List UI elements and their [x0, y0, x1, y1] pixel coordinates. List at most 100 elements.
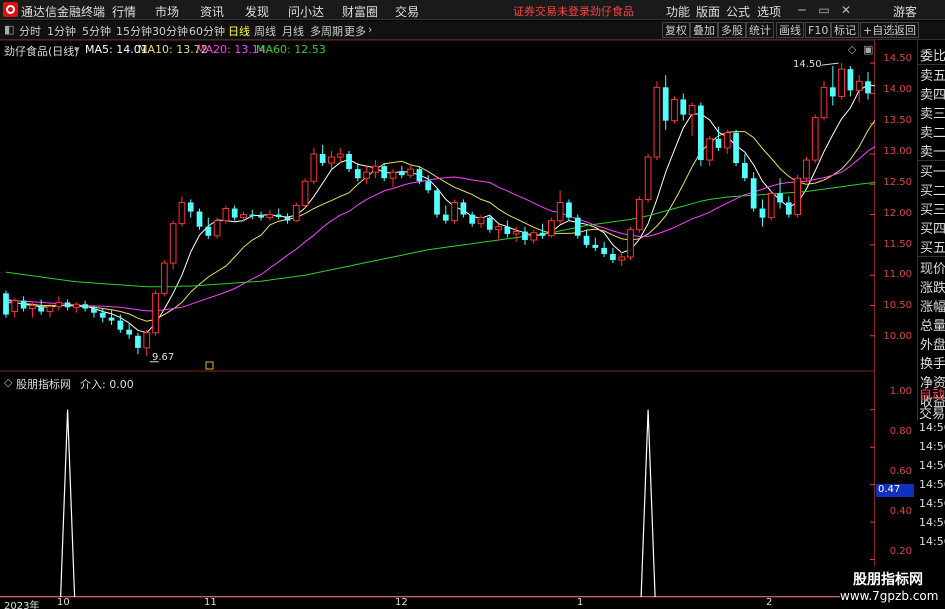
menu-caifuquan[interactable]: 财富圈	[342, 3, 378, 20]
tab-fanhui[interactable]: 返回	[891, 22, 919, 38]
candle-body-up	[512, 231, 520, 235]
candle-body-down	[38, 306, 45, 312]
period-day[interactable]: 日线	[228, 23, 250, 39]
candle-body-down	[205, 226, 212, 236]
close-icon[interactable]: ✕	[837, 1, 855, 19]
period-5min[interactable]: 5分钟	[82, 23, 111, 39]
candle-body-down	[750, 178, 757, 209]
candle-body-down	[759, 208, 766, 218]
candle-body-down	[20, 300, 27, 309]
candle-body-down	[469, 214, 476, 224]
menu-gongshi[interactable]: 公式	[726, 3, 750, 20]
auto-trade-button[interactable]: 自动	[919, 384, 945, 403]
sub-tick: 0.60	[889, 466, 912, 477]
candle-body-down	[434, 190, 440, 215]
ma-line-ma10	[5, 119, 875, 322]
minimize-icon[interactable]: ─	[793, 1, 811, 19]
time-axis	[0, 597, 945, 609]
menu-banmian[interactable]: 版面	[696, 3, 720, 20]
time-label: 2023年	[4, 601, 40, 609]
more-chevron-icon[interactable]: ›	[368, 23, 372, 36]
candle-body-down	[601, 247, 607, 254]
candle-body-down	[64, 302, 71, 308]
side-time: 14:56	[919, 516, 945, 529]
candle-body-up	[671, 98, 678, 122]
period-30min[interactable]: 30分钟	[152, 23, 188, 39]
candle-body-down	[135, 335, 141, 348]
candle-body-down	[715, 138, 722, 148]
candle-body-up	[46, 306, 54, 313]
sub-tick: 1.00	[889, 386, 912, 397]
side-label: 卖一	[920, 145, 945, 160]
side-label: 买一	[920, 165, 945, 180]
menu-faxian[interactable]: 发现	[245, 3, 269, 20]
candle-body-down	[539, 232, 546, 236]
candle-body-down	[741, 163, 748, 179]
menu-shichang[interactable]: 市场	[155, 3, 179, 20]
time-label: 12	[395, 597, 408, 608]
candle-body-up	[618, 256, 626, 261]
tab-duogu[interactable]: 多股	[718, 22, 746, 38]
period-more[interactable]: 更多	[344, 23, 366, 39]
sub-crosshair-value: 0.47	[876, 484, 914, 497]
side-time: 14:56	[919, 497, 945, 510]
price-tick: 10.50	[883, 300, 912, 311]
high-price-label: 14.50	[793, 59, 822, 70]
tab-tongji[interactable]: 统计	[746, 22, 774, 38]
tab-diejia[interactable]: 叠加	[690, 22, 718, 38]
candle-body-up	[310, 153, 318, 182]
candle-body-up	[292, 204, 300, 222]
candle-body-down	[82, 304, 89, 309]
candle-body-down	[416, 169, 423, 182]
candle-body-down	[117, 320, 124, 330]
menu-zixun[interactable]: 资讯	[200, 3, 224, 20]
guest-label[interactable]: 游客	[893, 3, 917, 20]
side-label: 委比	[920, 49, 945, 64]
menu-wenxiaoda[interactable]: 问小达	[288, 3, 324, 20]
period-month[interactable]: 月线	[282, 23, 304, 39]
period-week[interactable]: 周线	[254, 23, 276, 39]
candle-body-down	[398, 172, 405, 176]
candle-body-up	[328, 156, 335, 164]
low-price-label: 9.67	[152, 352, 175, 363]
price-tick: 13.50	[883, 115, 912, 126]
menu-gongneng[interactable]: 功能	[666, 3, 690, 20]
candle-body-up	[653, 86, 661, 158]
candle-body-down	[460, 202, 467, 215]
title-bar: 通达信金融终端 行情 市场 资讯 发现 问小达 财富圈 交易 证券交易未登录 劲…	[0, 0, 945, 20]
menu-xuanxiang[interactable]: 选项	[757, 3, 781, 20]
candle-body-down	[126, 329, 133, 335]
sub-toggle-icon[interactable]: ◇	[4, 376, 12, 389]
restore-icon[interactable]: ▭	[815, 1, 833, 19]
tab-fuquan[interactable]: 复权	[662, 22, 690, 38]
period-1min[interactable]: 1分钟	[47, 23, 76, 39]
trade-login-notice[interactable]: 证券交易未登录	[513, 3, 590, 19]
candle-body-up	[372, 165, 379, 173]
toggle-icon[interactable]: ◧	[4, 23, 14, 36]
trade-label[interactable]: 交易	[919, 403, 945, 422]
side-label: 卖三	[920, 107, 945, 122]
candle-body-up	[838, 68, 845, 97]
period-60min[interactable]: 60分钟	[189, 23, 225, 39]
tab-f10[interactable]: F10	[805, 22, 832, 38]
period-15min[interactable]: 15分钟	[116, 23, 152, 39]
period-multi[interactable]: 多周期	[310, 23, 343, 39]
time-label: 1	[577, 597, 584, 608]
tab-biaoji[interactable]: 标记	[831, 22, 859, 38]
candle-body-up	[143, 332, 151, 349]
candle-body-up	[477, 217, 485, 225]
candle-body-down	[504, 226, 511, 234]
menu-jiaoyi[interactable]: 交易	[395, 3, 419, 20]
tab-huaxian[interactable]: 画线	[776, 22, 804, 38]
candle-body-down	[442, 214, 449, 221]
candle-body-down	[785, 202, 792, 215]
kline-chart[interactable]	[0, 40, 875, 605]
candle-body-down	[680, 99, 687, 115]
current-stock-name: 劲仔食品	[590, 5, 634, 18]
candle-body-up	[811, 117, 819, 161]
side-label: 外盘	[920, 338, 945, 353]
candle-body-up	[240, 214, 247, 219]
candle-body-up	[803, 159, 810, 179]
menu-hangqing[interactable]: 行情	[112, 3, 136, 20]
period-fenshi[interactable]: 分时	[19, 23, 41, 39]
